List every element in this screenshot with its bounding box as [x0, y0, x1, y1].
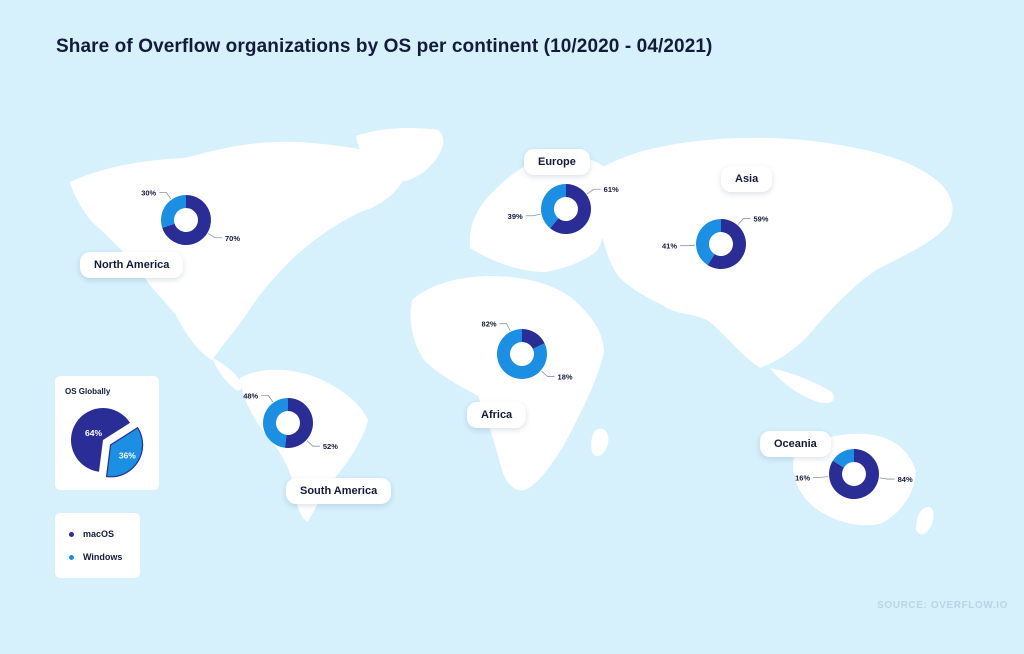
global-value-windows: 36% — [119, 450, 136, 460]
world-map: 70% 30% 52% 48% 61% 39% 18% 82% 59% 41% 84% 16% — [70, 128, 953, 535]
value-label-windows: 41% — [662, 242, 677, 251]
value-label-windows: 82% — [482, 320, 497, 329]
value-label-windows: 48% — [243, 391, 258, 400]
value-label-windows: 30% — [141, 188, 156, 197]
global-pie-chart: 64% 36% — [71, 408, 144, 478]
land-africa — [410, 276, 604, 491]
global-value-macos: 64% — [85, 428, 102, 438]
label-oceania: Oceania — [760, 431, 831, 457]
land-southeast-asia — [770, 368, 835, 404]
label-asia: Asia — [721, 166, 773, 192]
value-label-macos: 59% — [753, 214, 768, 223]
value-label-macos: 61% — [604, 185, 619, 194]
land-asia — [598, 137, 953, 368]
legend-dot-macos — [69, 531, 74, 537]
land-north-america — [70, 141, 410, 360]
legend-item-macos: macOS — [69, 529, 114, 539]
legend-dot-windows — [69, 554, 74, 560]
value-label-windows: 39% — [508, 212, 523, 221]
label-north-america: North America — [80, 252, 184, 278]
land-central-america — [212, 358, 242, 391]
value-label-macos: 70% — [225, 234, 240, 243]
value-label-macos: 18% — [558, 372, 573, 381]
legend-label-macos: macOS — [83, 529, 115, 539]
legend-label-windows: Windows — [83, 552, 123, 562]
land-new-zealand — [916, 506, 934, 535]
label-africa: Africa — [467, 402, 527, 428]
source-note: SOURCE: OVERFLOW.IO — [877, 600, 1008, 611]
legend-panel: macOS Windows — [55, 513, 140, 578]
global-pie-panel: OS Globally 64% 36% — [55, 376, 159, 490]
land-madagascar — [591, 428, 609, 457]
legend-item-windows: Windows — [69, 552, 122, 562]
value-label-macos: 52% — [323, 442, 338, 451]
value-label-windows: 16% — [795, 473, 810, 482]
label-south-america: South America — [286, 478, 392, 504]
label-europe: Europe — [524, 149, 590, 175]
value-label-macos: 84% — [898, 475, 913, 484]
